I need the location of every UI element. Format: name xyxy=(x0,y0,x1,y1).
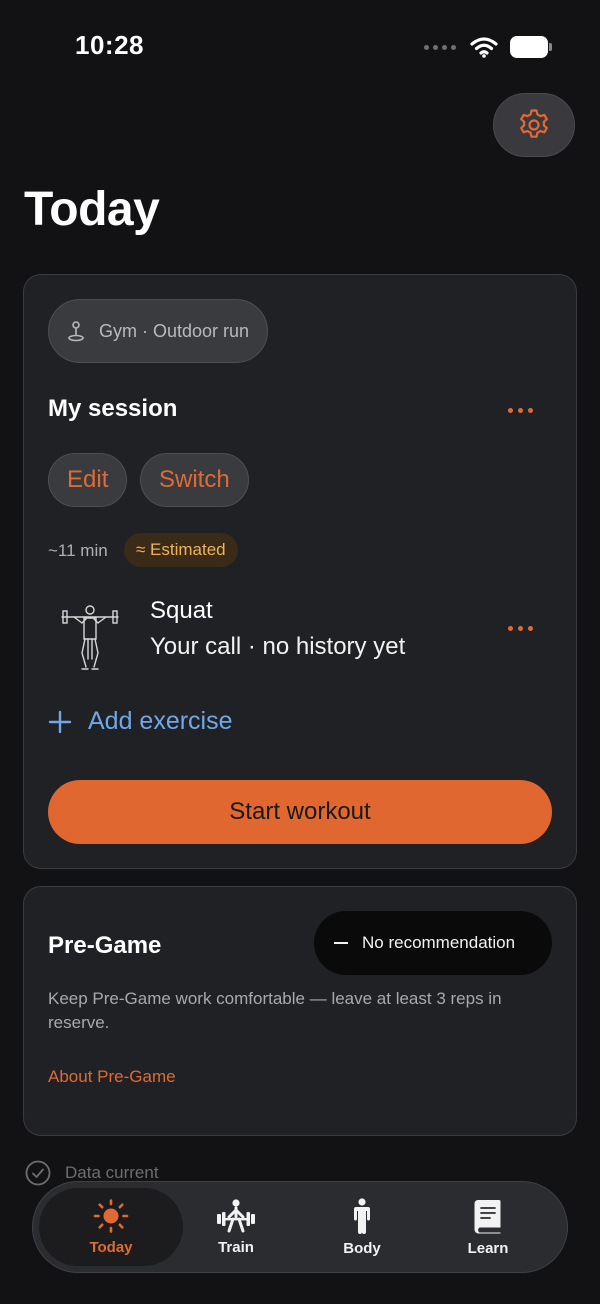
tab-learn[interactable]: Learn xyxy=(425,1188,551,1266)
pregame-title: Pre-Game xyxy=(48,932,162,959)
status-time: 10:28 xyxy=(75,30,144,60)
page-title: Today xyxy=(24,183,160,236)
status-icons xyxy=(424,36,552,58)
tab-train[interactable]: Train xyxy=(173,1188,299,1266)
add-exercise-button[interactable]: Add exercise xyxy=(48,707,233,736)
exercise-name[interactable]: Squat xyxy=(150,597,213,625)
recommendation-label: No recommendation xyxy=(362,933,516,952)
barbell-lifter-icon xyxy=(217,1198,255,1232)
status-bar: 10:28 xyxy=(0,0,600,96)
add-exercise-label: Add exercise xyxy=(88,707,233,735)
exercise-detail: Your call · no history yet xyxy=(150,633,406,660)
about-pregame-link[interactable]: About Pre-Game xyxy=(48,1067,176,1087)
tab-bar: Today Train Body Learn xyxy=(32,1181,568,1273)
pregame-card: Pre-Game No recommendation Keep Pre-Game… xyxy=(23,886,577,1136)
location-label: Gym · Outdoor run xyxy=(99,320,250,341)
pregame-description: Keep Pre-Game work comfortable — leave a… xyxy=(48,989,502,1032)
tab-label: Train xyxy=(218,1238,254,1256)
gear-icon xyxy=(520,109,548,138)
tab-label: Body xyxy=(343,1239,381,1257)
exercise-more-button[interactable] xyxy=(500,613,540,643)
session-duration: ~11 min xyxy=(48,541,108,560)
switch-button[interactable]: Switch xyxy=(140,453,249,507)
estimated-badge: ≈ Estimated xyxy=(124,533,238,567)
start-workout-button[interactable]: Start workout xyxy=(48,780,552,844)
cellular-signal-icon xyxy=(424,44,456,50)
plus-icon xyxy=(48,710,72,733)
minus-icon xyxy=(334,942,348,944)
tab-body[interactable]: Body xyxy=(299,1188,425,1266)
location-pin-icon xyxy=(68,321,84,342)
settings-button[interactable] xyxy=(493,93,575,157)
person-icon xyxy=(354,1197,370,1234)
checkmark-circle-icon xyxy=(25,1160,51,1186)
tab-label: Learn xyxy=(467,1239,509,1257)
battery-icon xyxy=(510,36,552,58)
wifi-icon xyxy=(470,37,498,58)
data-status-label: Data current xyxy=(65,1163,159,1182)
edit-button[interactable]: Edit xyxy=(48,453,128,507)
recommendation-badge: No recommendation xyxy=(314,911,552,975)
sun-icon xyxy=(93,1198,129,1233)
tab-label: Today xyxy=(89,1238,133,1256)
location-chip[interactable]: Gym · Outdoor run xyxy=(48,299,269,363)
book-icon xyxy=(474,1199,501,1233)
session-more-button[interactable] xyxy=(500,395,540,425)
tab-today[interactable]: Today xyxy=(39,1188,183,1266)
session-title: My session xyxy=(48,395,178,422)
session-card: Gym · Outdoor run My session Edit Switch… xyxy=(23,274,577,869)
squat-illustration-icon[interactable] xyxy=(60,601,120,673)
